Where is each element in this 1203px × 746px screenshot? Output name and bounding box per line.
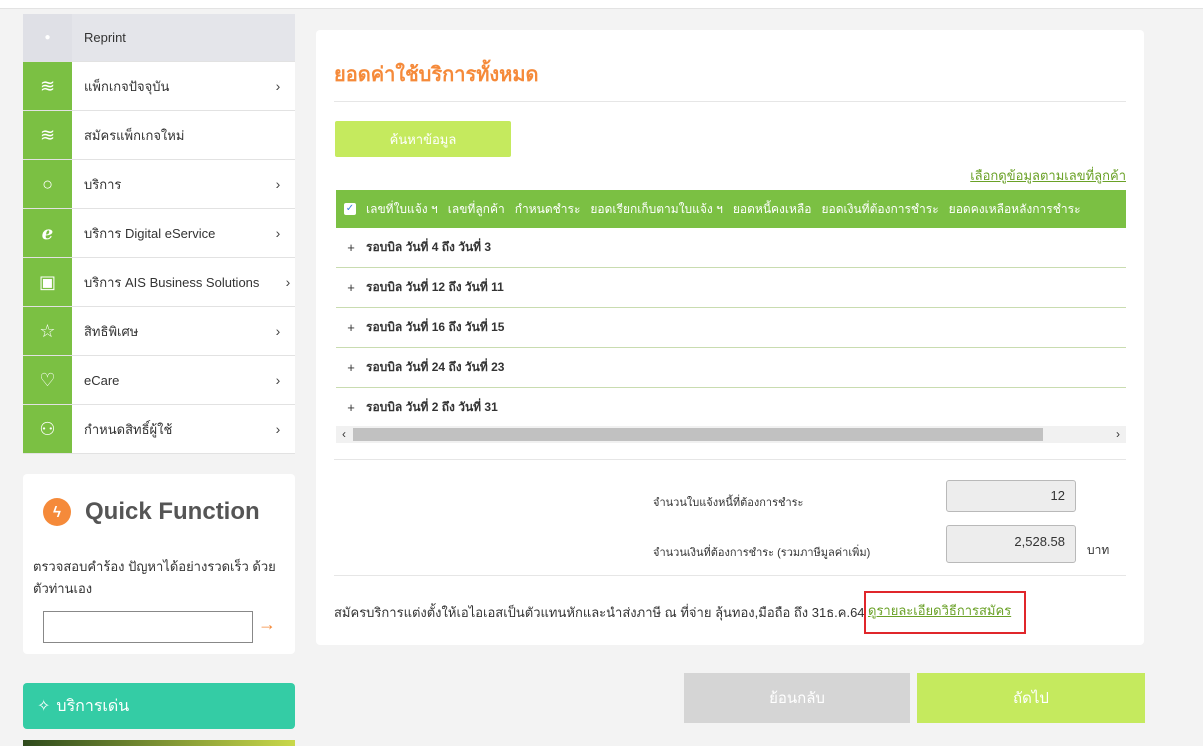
sidebar-item-label: Reprint xyxy=(84,30,126,45)
table-row[interactable]: + รอบบิล วันที่ 4 ถึง วันที่ 3 xyxy=(336,228,1126,268)
divider xyxy=(334,459,1126,460)
layers-icon: ≋ xyxy=(23,111,72,159)
sidebar-item-label: บริการ AIS Business Solutions xyxy=(84,274,260,290)
bill-cycle-label: รอบบิล วันที่ 16 ถึง วันที่ 15 xyxy=(366,320,505,334)
featured-services-label: บริการเด่น xyxy=(56,697,130,715)
column-header: กำหนดชำระ xyxy=(514,201,581,216)
quick-function-card: ϟ Quick Function ตรวจสอบคำร้อง ปัญหาได้อ… xyxy=(23,474,295,654)
lightning-icon: ϟ xyxy=(43,498,71,526)
sidebar-item-label: eCare xyxy=(84,372,120,388)
quick-function-title: Quick Function xyxy=(85,498,260,525)
sidebar-item-label: กำหนดสิทธิ์ผู้ใช้ xyxy=(84,421,173,437)
search-button[interactable]: ค้นหาข้อมูล xyxy=(335,121,511,157)
table-row[interactable]: + รอบบิล วันที่ 16 ถึง วันที่ 15 xyxy=(336,308,1126,348)
layers-icon: ≋ xyxy=(23,62,72,110)
billing-panel: ยอดค่าใช้บริการทั้งหมด ค้นหาข้อมูล เลือก… xyxy=(316,30,1144,645)
sidebar-item-ecare[interactable]: ♡ eCare › xyxy=(23,356,295,405)
chevron-right-icon: › xyxy=(275,78,281,94)
sidebar-item-digital-eservice[interactable]: ℯ บริการ Digital eService › xyxy=(23,209,295,258)
sidebar-item-user-permissions[interactable]: ⚇ กำหนดสิทธิ์ผู้ใช้ › xyxy=(23,405,295,454)
bill-count-label: จำนวนใบแจ้งหนี้ที่ต้องการชำระ xyxy=(653,497,804,509)
bill-cycle-label: รอบบิล วันที่ 4 ถึง วันที่ 3 xyxy=(366,240,492,254)
column-header: ยอดเรียกเก็บตามใบแจ้ง ฯ xyxy=(590,201,723,216)
scrollbar-thumb[interactable] xyxy=(353,428,1043,441)
chevron-right-icon: › xyxy=(275,372,281,388)
expand-icon[interactable]: + xyxy=(336,360,366,375)
bullet-icon: ● xyxy=(23,14,72,61)
column-header: ยอดเงินที่ต้องการชำระ xyxy=(821,201,939,216)
expand-icon[interactable]: + xyxy=(336,240,366,255)
currency-unit: บาท xyxy=(1087,543,1110,557)
next-button[interactable]: ถัดไป xyxy=(917,673,1145,723)
expand-icon[interactable]: + xyxy=(336,320,366,335)
column-header: เลขที่ใบแจ้ง ฯ xyxy=(366,201,438,216)
users-icon: ⚇ xyxy=(23,405,72,453)
sidebar-item-current-package[interactable]: ≋ แพ็กเกจปัจจุบัน › xyxy=(23,62,295,111)
amount-field: 2,528.58 xyxy=(946,525,1076,563)
registration-details-link[interactable]: ดูรายละเอียดวิธีการสมัคร xyxy=(868,600,1011,623)
bill-table: ✓ เลขที่ใบแจ้ง ฯ เลขที่ลูกค้า กำหนดชำระ … xyxy=(336,190,1126,476)
quick-function-header: ϟ Quick Function xyxy=(43,498,260,526)
sidebar-item-label: สิทธิพิเศษ xyxy=(84,323,139,339)
sidebar-item-services[interactable]: ○ บริการ › xyxy=(23,160,295,209)
tax-agent-note: สมัครบริการแต่งตั้งให้เอไอเอสเป็นตัวแทนห… xyxy=(334,605,865,620)
table-row[interactable]: + รอบบิล วันที่ 12 ถึง วันที่ 11 xyxy=(336,268,1126,308)
sidebar-item-reprint[interactable]: ● Reprint xyxy=(23,14,295,62)
e-icon: ℯ xyxy=(23,209,72,257)
star-icon: ☆ xyxy=(23,307,72,355)
divider xyxy=(334,575,1126,576)
top-bar xyxy=(0,0,1203,9)
column-header: ยอดคงเหลือหลังการชำระ xyxy=(948,201,1081,216)
briefcase-icon: ▣ xyxy=(23,258,72,306)
expand-icon[interactable]: + xyxy=(336,280,366,295)
chevron-right-icon: › xyxy=(275,323,281,339)
column-header: ยอดหนี้คงเหลือ xyxy=(732,201,812,216)
table-row[interactable]: + รอบบิล วันที่ 2 ถึง วันที่ 31 xyxy=(336,388,1126,427)
page-title: ยอดค่าใช้บริการทั้งหมด xyxy=(334,64,539,86)
table-header: ✓ เลขที่ใบแจ้ง ฯ เลขที่ลูกค้า กำหนดชำระ … xyxy=(336,190,1126,228)
bill-count-field: 12 xyxy=(946,480,1076,512)
sidebar-item-label: บริการ Digital eService xyxy=(84,225,216,241)
table-row[interactable]: + รอบบิล วันที่ 24 ถึง วันที่ 23 xyxy=(336,348,1126,388)
scroll-right-icon[interactable]: › xyxy=(1110,426,1126,443)
sparkle-icon: ✧ xyxy=(37,698,51,715)
sidebar-menu: ● Reprint ≋ แพ็กเกจปัจจุบัน › ≋ สมัครแพ็… xyxy=(23,14,295,454)
sidebar-item-business-solutions[interactable]: ▣ บริการ AIS Business Solutions › xyxy=(23,258,295,307)
sidebar-item-label: แพ็กเกจปัจจุบัน xyxy=(84,78,170,94)
sidebar-item-label: บริการ xyxy=(84,176,122,192)
select-by-customer-link[interactable]: เลือกดูข้อมูลตามเลขที่ลูกค้า xyxy=(970,165,1126,186)
horizontal-scrollbar[interactable]: ‹ › xyxy=(336,426,1126,443)
chevron-right-icon xyxy=(261,14,295,61)
sidebar-banner xyxy=(23,740,295,746)
heart-icon: ♡ xyxy=(23,356,72,404)
chevron-right-icon xyxy=(261,111,295,159)
quick-function-description: ตรวจสอบคำร้อง ปัญหาได้อย่างรวดเร็ว ด้วยต… xyxy=(33,559,276,596)
bill-cycle-label: รอบบิล วันที่ 24 ถึง วันที่ 23 xyxy=(366,360,505,374)
refresh-icon: ○ xyxy=(23,160,72,208)
divider xyxy=(334,101,1126,102)
bill-cycle-label: รอบบิล วันที่ 12 ถึง วันที่ 11 xyxy=(366,280,504,294)
column-header: เลขที่ลูกค้า xyxy=(447,201,505,216)
featured-services-button[interactable]: ✧ บริการเด่น xyxy=(23,683,295,729)
sidebar-item-new-package[interactable]: ≋ สมัครแพ็กเกจใหม่ xyxy=(23,111,295,160)
select-all-checkbox[interactable]: ✓ xyxy=(344,203,356,215)
bill-cycle-label: รอบบิล วันที่ 2 ถึง วันที่ 31 xyxy=(366,400,498,414)
amount-label: จำนวนเงินที่ต้องการชำระ (รวมภาษีมูลค่าเพ… xyxy=(653,547,871,559)
chevron-right-icon: › xyxy=(275,421,281,437)
sidebar-item-label: สมัครแพ็กเกจใหม่ xyxy=(84,127,185,143)
back-button[interactable]: ย้อนกลับ xyxy=(684,673,910,723)
scroll-left-icon[interactable]: ‹ xyxy=(336,426,352,443)
chevron-right-icon: › xyxy=(285,274,291,290)
expand-icon[interactable]: + xyxy=(336,400,366,415)
sidebar-item-privileges[interactable]: ☆ สิทธิพิเศษ › xyxy=(23,307,295,356)
arrow-right-icon[interactable]: → xyxy=(258,614,276,635)
chevron-right-icon: › xyxy=(275,225,281,241)
chevron-right-icon: › xyxy=(275,176,281,192)
quick-function-input[interactable] xyxy=(43,611,253,643)
